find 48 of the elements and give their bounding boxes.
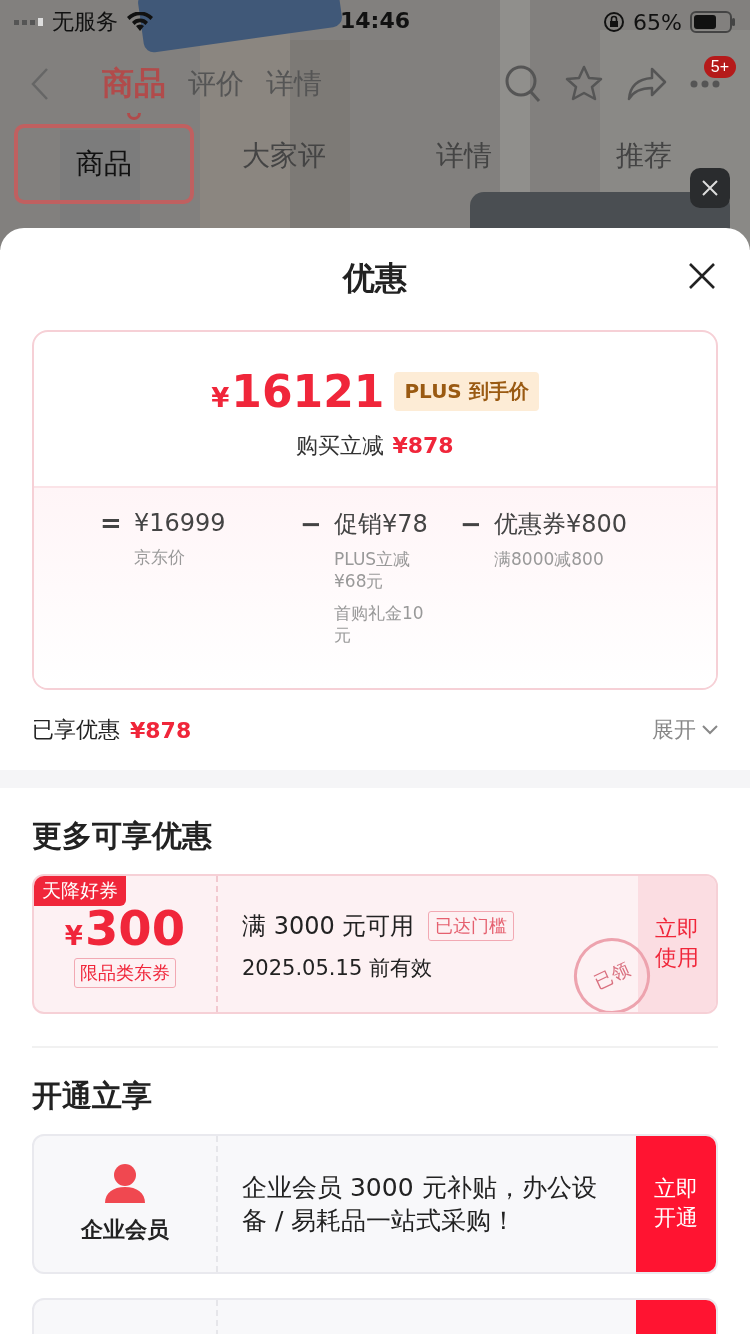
clock-text: 14:46 — [340, 8, 410, 33]
rotation-lock-icon — [603, 11, 626, 33]
use-button[interactable]: 立即使用 — [638, 876, 716, 1012]
enjoyed-amount: ¥878 — [130, 717, 192, 743]
breakdown-amount: ¥16999 — [134, 509, 226, 537]
final-price: ¥16121 — [211, 366, 385, 417]
battery-icon — [690, 11, 736, 33]
membership-name: 企业会员 — [81, 1216, 169, 1244]
plus-price-tag: PLUS 到手价 — [394, 372, 539, 411]
coupon-amount: ¥300 — [64, 904, 186, 952]
enjoyed-label: 已享优惠 — [32, 716, 120, 744]
breakdown-note: PLUS立减¥68元 — [334, 548, 412, 593]
expand-button[interactable]: 展开 — [652, 715, 718, 745]
membership-description: 企业会员 3000 元补贴，办公设备 / 易耗品一站式采购！ — [241, 1172, 598, 1237]
breakdown-note: 满8000减800 — [494, 548, 605, 571]
breakdown-note: 首购礼金10元 — [334, 602, 425, 647]
reduce-label: 购买立减 — [296, 433, 385, 458]
threshold-tag: 已达门槛 — [428, 911, 515, 941]
section-title: 更多可享优惠 — [31, 817, 213, 855]
search-icon[interactable] — [504, 64, 542, 104]
signal-icon — [14, 17, 44, 27]
sheet-title: 优惠 — [343, 258, 407, 299]
close-icon[interactable] — [690, 168, 730, 208]
coupon-condition: 满 3000 元可用 — [242, 911, 415, 942]
breakdown-note: 京东价 — [134, 546, 186, 569]
anchor-tab[interactable]: 大家评 — [238, 124, 330, 188]
back-icon[interactable] — [30, 67, 50, 101]
operator-sign: − — [300, 509, 322, 539]
section-title: 开通立享 — [31, 1077, 153, 1115]
carrier-text: 无服务 — [52, 8, 118, 36]
wifi-icon — [126, 12, 154, 32]
anchor-tab[interactable]: 商品 — [14, 124, 194, 204]
coupon-scope: 限品类东券 — [74, 958, 176, 988]
close-icon[interactable] — [688, 262, 716, 290]
coupon-validity: 2025.05.15 前有效 — [242, 955, 432, 982]
person-icon — [104, 1163, 146, 1203]
coupon-ribbon: 天降好券 — [34, 876, 126, 906]
breakdown-amount: 优惠券¥800 — [494, 509, 628, 540]
reduce-amount: ¥878 — [392, 433, 454, 458]
battery-text: 65% — [633, 9, 682, 35]
operator-sign: = — [100, 508, 122, 538]
chevron-down-icon — [702, 725, 718, 735]
anchor-tab[interactable]: 详情 — [432, 124, 496, 188]
anchor-tab[interactable]: 推荐 — [612, 124, 676, 188]
share-icon[interactable] — [626, 66, 668, 102]
breakdown-amount: 促销¥78 — [334, 509, 428, 540]
open-button[interactable]: 立即开通 — [636, 1136, 716, 1272]
operator-sign: − — [460, 509, 482, 539]
